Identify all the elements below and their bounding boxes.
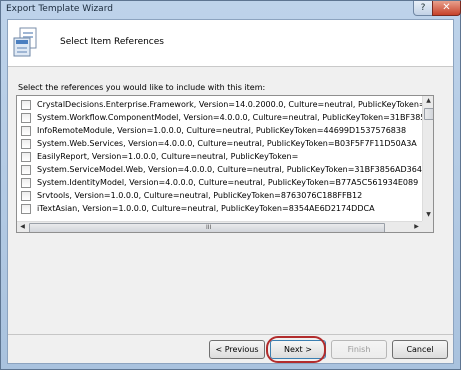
scroll-down-icon[interactable]: ▼ xyxy=(423,211,433,218)
title-bar[interactable]: Export Template Wizard ? ✕ xyxy=(1,1,461,19)
reference-item[interactable]: iTextAsian, Version=1.0.0.0, Culture=neu… xyxy=(17,202,422,214)
footer-divider xyxy=(8,334,453,335)
scrollbar-corner xyxy=(422,221,433,232)
reference-checkbox[interactable] xyxy=(21,99,31,110)
reference-label: System.Workflow.ComponentModel, Version=… xyxy=(37,113,422,122)
reference-item[interactable]: System.Workflow.ComponentModel, Version=… xyxy=(17,111,422,124)
reference-checkbox[interactable] xyxy=(21,112,31,123)
export-template-wizard-window: Export Template Wizard ? ✕ Select Item R… xyxy=(0,0,461,370)
close-button[interactable]: ✕ xyxy=(432,1,461,16)
scroll-left-icon[interactable]: ◀ xyxy=(17,223,28,230)
reference-label: System.IdentityModel, Version=4.0.0.0, C… xyxy=(37,178,419,187)
reference-label: System.ServiceModel.Web, Version=4.0.0.0… xyxy=(37,165,422,174)
reference-label: System.Web.Services, Version=4.0.0.0, Cu… xyxy=(37,139,417,148)
wizard-header: Select Item References xyxy=(8,20,453,67)
reference-label: CrystalDecisions.Enterprise.Framework, V… xyxy=(37,100,422,109)
reference-checkbox[interactable] xyxy=(21,138,31,149)
vertical-scroll-thumb[interactable] xyxy=(424,108,433,120)
wizard-client-area: Select Item References Select the refere… xyxy=(7,19,454,364)
next-button-highlight-ring xyxy=(266,336,326,363)
reference-checkbox[interactable] xyxy=(21,177,31,188)
reference-label: Srvtools, Version=1.0.0.0, Culture=neutr… xyxy=(37,191,363,200)
reference-item[interactable]: System.IdentityModel, Version=4.0.0.0, C… xyxy=(17,176,422,189)
horizontal-scrollbar[interactable]: ◀ III ▶ xyxy=(17,221,422,232)
reference-checkbox[interactable] xyxy=(21,203,31,214)
reference-label: iTextAsian, Version=1.0.0.0, Culture=neu… xyxy=(37,204,375,213)
reference-item[interactable]: InfoRemoteModule, Version=1.0.0.0, Cultu… xyxy=(17,124,422,137)
reference-item[interactable]: System.Web.Services, Version=4.0.0.0, Cu… xyxy=(17,137,422,150)
page-title: Select Item References xyxy=(60,37,164,47)
reference-label: EasilyReport, Version=1.0.0.0, Culture=n… xyxy=(37,152,299,161)
instruction-label: Select the references you would like to … xyxy=(18,83,266,92)
reference-item[interactable]: EasilyReport, Version=1.0.0.0, Culture=n… xyxy=(17,150,422,163)
scroll-up-icon[interactable]: ▲ xyxy=(423,97,433,104)
scroll-grip-icon: III xyxy=(206,224,212,231)
finish-button: Finish xyxy=(331,340,387,359)
horizontal-scroll-thumb[interactable]: III xyxy=(29,223,385,232)
reference-item[interactable]: CrystalDecisions.Enterprise.Framework, V… xyxy=(17,98,422,111)
reference-checkbox[interactable] xyxy=(21,125,31,136)
reference-label: InfoRemoteModule, Version=1.0.0.0, Cultu… xyxy=(37,126,407,135)
vertical-scrollbar[interactable]: ▲ ▼ xyxy=(422,96,433,221)
reference-checkbox[interactable] xyxy=(21,151,31,162)
reference-checkbox[interactable] xyxy=(21,164,31,175)
scroll-right-icon[interactable]: ▶ xyxy=(411,223,422,230)
reference-checkbox[interactable] xyxy=(21,190,31,201)
references-list[interactable]: CrystalDecisions.Enterprise.Framework, V… xyxy=(16,95,434,233)
cancel-button[interactable]: Cancel xyxy=(392,340,448,359)
wizard-document-icon xyxy=(13,27,37,57)
reference-item[interactable]: System.ServiceModel.Web, Version=4.0.0.0… xyxy=(17,163,422,176)
help-button[interactable]: ? xyxy=(413,1,433,16)
references-rows: CrystalDecisions.Enterprise.Framework, V… xyxy=(17,98,422,214)
previous-button[interactable]: < Previous xyxy=(209,340,265,359)
window-title: Export Template Wizard xyxy=(6,4,113,14)
reference-item[interactable]: Srvtools, Version=1.0.0.0, Culture=neutr… xyxy=(17,189,422,202)
